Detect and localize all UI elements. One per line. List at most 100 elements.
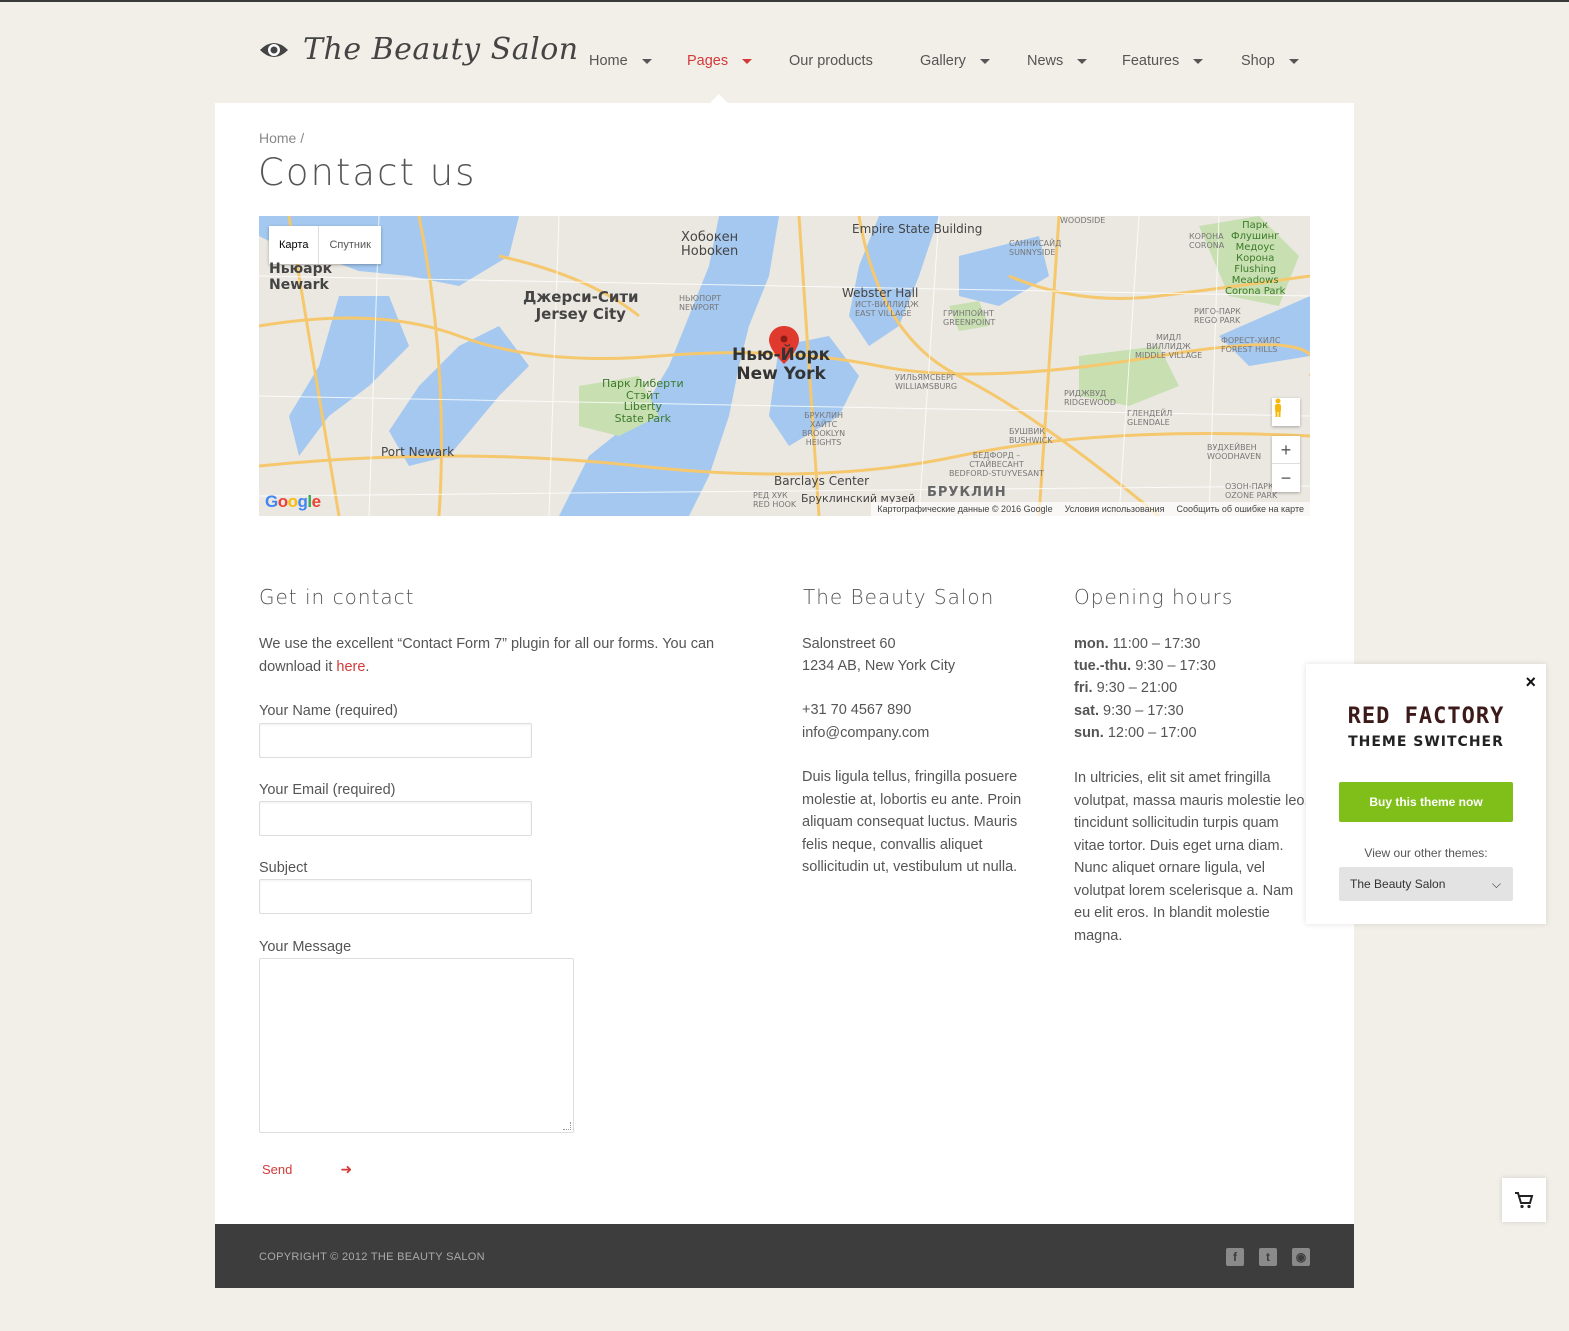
nav-shop[interactable]: Shop [1241, 50, 1321, 72]
chevron-down-icon [979, 58, 990, 64]
hours-time: 9:30 – 17:30 [1135, 658, 1216, 674]
zoom-out-button[interactable]: − [1272, 464, 1300, 492]
theme-switcher-title: THEME SWITCHER [1348, 734, 1504, 750]
zoom-in-button[interactable]: + [1272, 436, 1300, 464]
map-type-satellite-button[interactable]: Спутник [319, 226, 380, 264]
nav-features[interactable]: Features [1122, 50, 1241, 72]
hours-time: 11:00 – 17:30 [1112, 636, 1201, 652]
map-attribution: Картографические данные © 2016 Google Ус… [871, 502, 1310, 516]
subject-field[interactable] [259, 879, 532, 914]
site-footer: COPYRIGHT © 2012 THE BEAUTY SALON f t ◉ [215, 1224, 1354, 1288]
hours-time: 12:00 – 17:00 [1107, 725, 1197, 741]
map-label-hoboken: Хобокен Hoboken [681, 230, 739, 259]
nav-our-products[interactable]: Our products [789, 50, 920, 72]
hours-day: fri. [1074, 680, 1093, 696]
salon-phone: +31 70 4567 890 [802, 702, 912, 718]
site-header: The Beauty Salon Home Pages Our products… [215, 2, 1354, 103]
page-title: Contact us [258, 151, 477, 194]
send-button[interactable]: Send ➜ [262, 1161, 352, 1178]
map-label-webster-hall: Webster Hall [842, 286, 919, 300]
map-report-link[interactable]: Сообщить об ошибке на карте [1177, 504, 1304, 514]
map-label-greenpoint: ГРИНПОЙНТ GREENPOINT [943, 309, 996, 327]
contact-heading: Get in contact [259, 585, 415, 609]
buy-theme-button[interactable]: Buy this theme now [1339, 782, 1513, 822]
nav-gallery[interactable]: Gallery [920, 50, 1027, 72]
rss-icon[interactable]: ◉ [1292, 1248, 1310, 1266]
theme-select[interactable]: The Beauty Salon ⌵ [1339, 867, 1513, 901]
eye-icon [260, 42, 288, 57]
site-logo[interactable]: The Beauty Salon [259, 32, 579, 67]
plugin-download-link[interactable]: here [336, 659, 365, 675]
map-label-brooklyn: БРУКЛИН [927, 485, 1007, 500]
contact-intro: We use the excellent “Contact Form 7” pl… [259, 633, 729, 678]
map-label-flushing-meadows: Парк Флушинг Медоус Корона Flushing Mead… [1225, 220, 1286, 297]
facebook-icon[interactable]: f [1226, 1248, 1244, 1266]
send-label: Send [262, 1162, 293, 1177]
nav-pages[interactable]: Pages [687, 50, 789, 72]
map-label-woodhaven: ВУДХЕЙВЕН WOODHAVEN [1207, 443, 1262, 461]
hours-description: In ultricies, elit sit amet fringilla vo… [1074, 770, 1309, 944]
cart-button[interactable] [1502, 1178, 1546, 1222]
hours-time: 9:30 – 21:00 [1096, 680, 1178, 696]
google-map[interactable]: Карта Спутник Ньюарк Newark Джерси-Сити … [259, 216, 1310, 516]
hours-time: 9:30 – 17:30 [1103, 703, 1184, 719]
chevron-down-icon: ⌵ [1491, 877, 1501, 891]
message-label: Your Message [259, 939, 352, 955]
name-field[interactable] [259, 723, 532, 758]
theme-select-value: The Beauty Salon [1350, 877, 1446, 891]
content-card: Home / Contact us Карта Спутник Ньюарк N… [215, 103, 1354, 1224]
map-label-glendale: ГЛЕНДЕЙЛ GLENDALE [1127, 409, 1173, 427]
map-label-east-village: ИСТ-ВИЛЛИДЖ EAST VILLAGE [855, 300, 919, 318]
red-factory-logo: RED FACTORY [1347, 704, 1505, 729]
map-type-map-button[interactable]: Карта [269, 226, 320, 264]
salon-address-line1: Salonstreet 60 [802, 636, 896, 652]
map-type-control: Карта Спутник [269, 226, 381, 264]
hours-day: sat. [1074, 703, 1099, 719]
hours-day: sun. [1074, 725, 1104, 741]
pegman-icon[interactable] [1272, 398, 1300, 426]
hours-row: sun. 12:00 – 17:00 [1074, 722, 1197, 745]
breadcrumb[interactable]: Home / [259, 130, 304, 146]
map-label-empire-state: Empire State Building [852, 222, 983, 236]
contact-intro-text: We use the excellent “Contact Form 7” pl… [259, 636, 715, 675]
nav-news[interactable]: News [1027, 50, 1122, 72]
hours-day: tue.-thu. [1074, 658, 1132, 674]
chevron-down-icon [641, 58, 652, 64]
email-label: Your Email (required) [259, 782, 396, 798]
map-label-corona: КОРОНА CORONA [1189, 232, 1225, 250]
message-field[interactable] [259, 958, 574, 1133]
nav-home[interactable]: Home [589, 50, 687, 72]
close-icon[interactable]: × [1525, 672, 1536, 693]
map-label-jersey-city: Джерси-Сити Jersey City [523, 288, 639, 323]
email-field[interactable] [259, 801, 532, 836]
salon-address-line2: 1234 AB, New York City [802, 658, 956, 674]
main-nav: Home Pages Our products Gallery News Fea… [589, 50, 1321, 72]
hours-heading: Opening hours [1074, 585, 1234, 609]
map-label-brooklyn-heights: БРУКЛИН ХАЙТС BROOKLYN HEIGHTS [802, 411, 846, 447]
salon-heading: The Beauty Salon [803, 585, 995, 609]
map-label-liberty-state-park: Парк Либерти Стэйт Liberty State Park [602, 377, 684, 425]
arrow-right-icon: ➜ [340, 1161, 353, 1177]
chevron-down-icon [742, 58, 753, 64]
map-label-forest-hills: ФОРЕСТ-ХИЛС FOREST HILLS [1221, 336, 1281, 354]
salon-email[interactable]: info@company.com [802, 722, 929, 745]
hours-day: mon. [1074, 636, 1109, 652]
map-label-ridgewood: РИДЖВУД RIDGEWOOD [1064, 389, 1116, 407]
name-label: Your Name (required) [259, 703, 398, 719]
contact-intro-period: . [365, 658, 370, 675]
map-label-newport: НЬЮПОРТ NEWPORT [679, 294, 722, 312]
map-label-woodside: WOODSIDE [1060, 216, 1106, 225]
copyright-text: COPYRIGHT © 2012 THE BEAUTY SALON [259, 1251, 485, 1263]
chevron-down-icon [1288, 58, 1299, 64]
map-label-ozone-park: ОЗОН-ПАРК OZONE PARK [1225, 482, 1278, 500]
twitter-icon[interactable]: t [1259, 1248, 1277, 1266]
map-label-newark: Ньюарк Newark [269, 261, 333, 293]
active-nav-pointer [710, 94, 728, 103]
google-logo: Google [265, 492, 321, 511]
map-data-credit: Картографические данные © 2016 Google [877, 504, 1053, 514]
map-label-new-york: Нью-Йорк New York [732, 345, 831, 384]
map-label-barclays-center: Barclays Center [774, 474, 870, 488]
map-terms-link[interactable]: Условия использования [1065, 504, 1165, 514]
resize-handle[interactable] [563, 1122, 571, 1130]
hours-row: tue.-thu. 9:30 – 17:30 [1074, 655, 1216, 678]
